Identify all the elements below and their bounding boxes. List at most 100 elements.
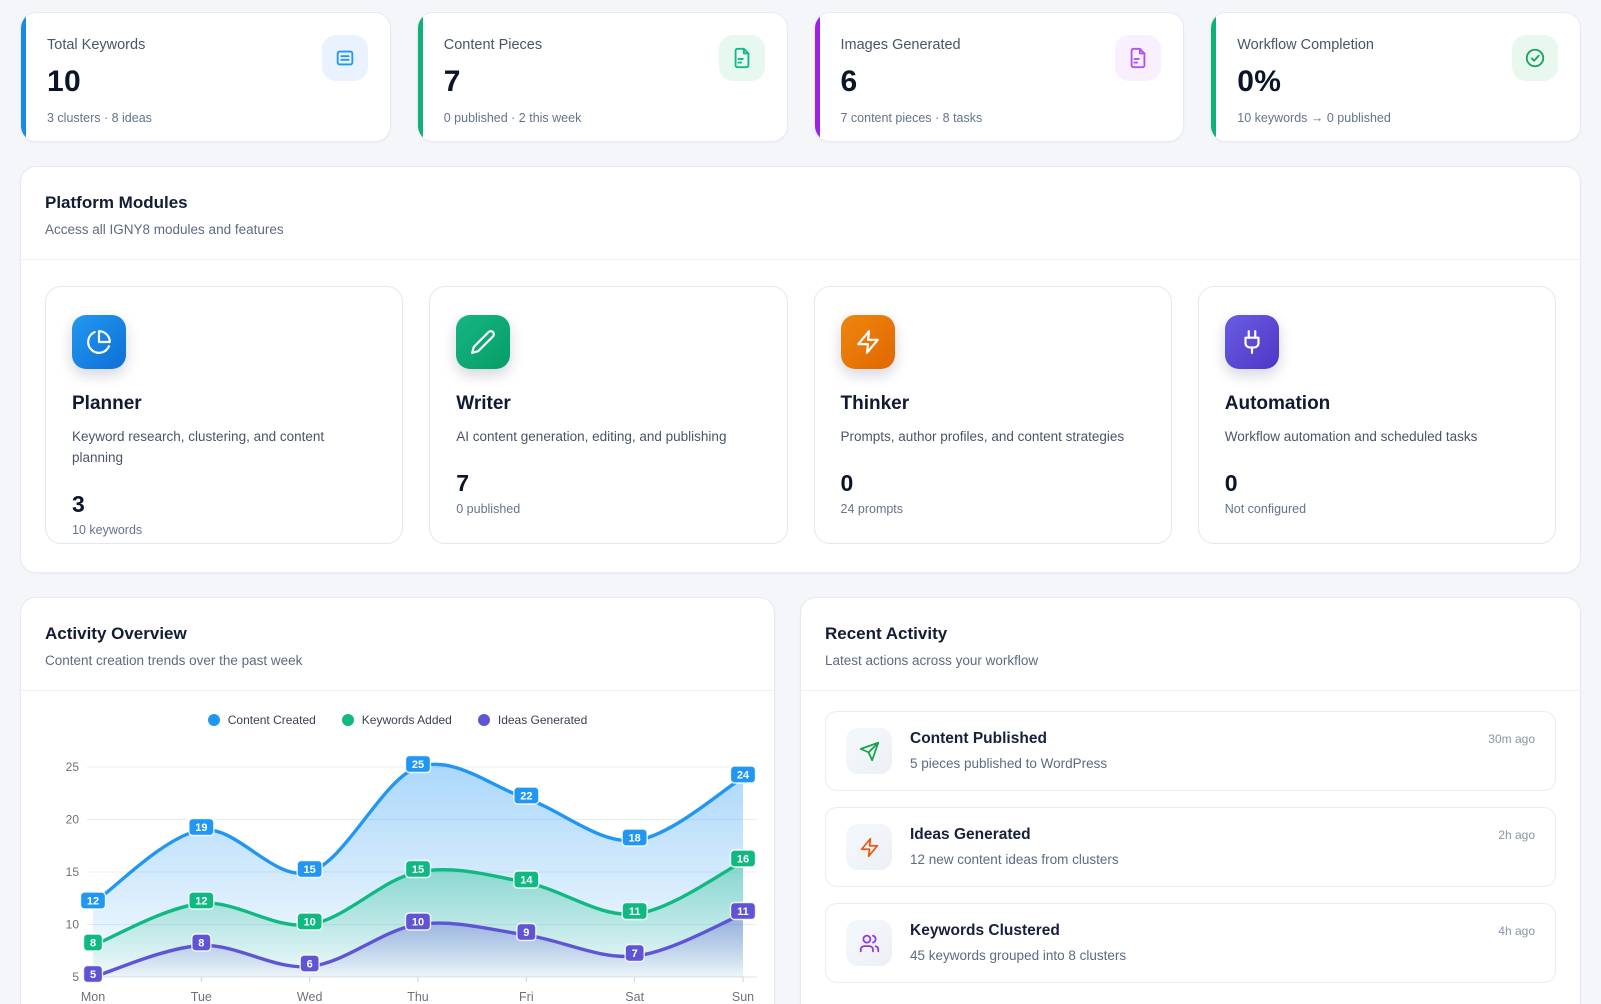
activity-time: 4h ago: [1498, 924, 1535, 938]
svg-text:11: 11: [629, 906, 641, 918]
svg-text:10: 10: [412, 917, 424, 929]
bottom-row: Activity Overview Content creation trend…: [20, 597, 1581, 1004]
stat-value: 10: [47, 65, 368, 99]
plug-icon: [1225, 315, 1279, 369]
activity-title: Content Published: [910, 730, 1047, 748]
activity-chart-svg: 510152025MonTueWedThuFriSatSun1219152522…: [29, 735, 764, 1004]
module-sub: 0 published: [456, 502, 760, 516]
y-axis-tick-label: 25: [66, 760, 80, 774]
module-value: 7: [456, 470, 760, 497]
legend-item[interactable]: Content Created: [208, 713, 316, 727]
module-name: Thinker: [841, 393, 1145, 415]
stat-sub: 0 published · 2 this week: [444, 111, 765, 125]
point-label: 9: [517, 924, 536, 941]
module-description: Prompts, author profiles, and content st…: [841, 427, 1145, 448]
module-sub: 24 prompts: [841, 502, 1145, 516]
svg-text:25: 25: [412, 759, 424, 771]
legend-dot: [342, 714, 354, 726]
stat-label: Images Generated: [841, 37, 1162, 53]
module-value: 0: [841, 470, 1145, 497]
svg-text:22: 22: [520, 791, 532, 803]
stat-value: 7: [444, 65, 765, 99]
pencil-icon: [456, 315, 510, 369]
activity-overview-panel: Activity Overview Content creation trend…: [20, 597, 775, 1004]
stats-row: Total Keywords 10 3 clusters · 8 ideas C…: [20, 12, 1581, 142]
recent-activity-subtitle: Latest actions across your workflow: [825, 653, 1556, 668]
stat-card-images-generated: Images Generated 6 7 content pieces · 8 …: [814, 12, 1185, 142]
svg-text:9: 9: [523, 927, 529, 939]
svg-text:18: 18: [629, 833, 641, 845]
activity-overview-subtitle: Content creation trends over the past we…: [45, 653, 750, 668]
module-card-writer[interactable]: Writer AI content generation, editing, a…: [429, 286, 787, 544]
point-label: 24: [731, 766, 756, 783]
stat-label: Workflow Completion: [1237, 37, 1558, 53]
svg-text:12: 12: [195, 896, 207, 908]
activity-chart: 510152025MonTueWedThuFriSatSun1219152522…: [29, 735, 766, 1004]
recent-activity-title: Recent Activity: [825, 624, 1556, 644]
svg-text:5: 5: [90, 969, 96, 981]
send-icon: [846, 728, 892, 774]
check-circle-icon: [1512, 35, 1558, 81]
stat-card-content-pieces: Content Pieces 7 0 published · 2 this we…: [417, 12, 788, 142]
module-name: Planner: [72, 393, 376, 415]
module-card-automation[interactable]: Automation Workflow automation and sched…: [1198, 286, 1556, 544]
platform-modules-title: Platform Modules: [45, 193, 1556, 213]
platform-modules-subtitle: Access all IGNY8 modules and features: [45, 222, 1556, 237]
y-axis-tick-label: 20: [66, 813, 80, 827]
y-axis-tick-label: 15: [66, 865, 80, 879]
stat-accent-bar: [815, 13, 820, 141]
dashboard-page: Total Keywords 10 3 clusters · 8 ideas C…: [0, 0, 1601, 1004]
stat-sub: 7 content pieces · 8 tasks: [841, 111, 1162, 125]
svg-text:6: 6: [307, 959, 313, 971]
activity-item-keywords-clustered[interactable]: Keywords Clustered 4h ago 45 keywords gr…: [825, 903, 1556, 983]
stat-accent-bar: [21, 13, 26, 141]
svg-text:19: 19: [195, 822, 207, 834]
svg-text:11: 11: [737, 906, 749, 918]
legend-item[interactable]: Keywords Added: [342, 713, 452, 727]
module-sub: 10 keywords: [72, 523, 376, 537]
svg-text:15: 15: [412, 864, 424, 876]
point-label: 10: [297, 913, 322, 930]
x-axis-label: Thu: [407, 990, 429, 1004]
point-label: 15: [297, 861, 322, 878]
module-value: 0: [1225, 470, 1529, 497]
activity-item-ideas-generated[interactable]: Ideas Generated 2h ago 12 new content id…: [825, 807, 1556, 887]
stat-sub: 3 clusters · 8 ideas: [47, 111, 368, 125]
legend-label: Ideas Generated: [498, 713, 587, 727]
module-card-planner[interactable]: Planner Keyword research, clustering, an…: [45, 286, 403, 544]
point-label: 7: [625, 945, 644, 962]
x-axis-label: Wed: [297, 990, 323, 1004]
stat-accent-bar: [1211, 13, 1216, 141]
stat-value: 0%: [1237, 65, 1558, 99]
x-axis-label: Mon: [81, 990, 105, 1004]
point-label: 10: [406, 913, 431, 930]
point-label: 22: [514, 787, 539, 804]
stat-accent-bar: [418, 13, 423, 141]
svg-text:14: 14: [520, 875, 533, 887]
activity-time: 30m ago: [1488, 732, 1535, 746]
svg-text:16: 16: [737, 854, 749, 866]
svg-text:15: 15: [304, 864, 316, 876]
y-axis-tick-label: 10: [66, 918, 80, 932]
module-card-thinker[interactable]: Thinker Prompts, author profiles, and co…: [814, 286, 1172, 544]
svg-text:12: 12: [87, 896, 99, 908]
pie-chart-icon: [72, 315, 126, 369]
svg-text:8: 8: [198, 938, 204, 950]
legend-label: Keywords Added: [362, 713, 452, 727]
legend-dot: [208, 714, 220, 726]
module-description: Keyword research, clustering, and conten…: [72, 427, 376, 469]
module-description: Workflow automation and scheduled tasks: [1225, 427, 1529, 448]
zap-icon: [846, 824, 892, 870]
svg-text:24: 24: [737, 770, 750, 782]
list-icon: [322, 35, 368, 81]
activity-overview-title: Activity Overview: [45, 624, 750, 644]
point-label: 19: [189, 819, 214, 836]
stat-label: Total Keywords: [47, 37, 368, 53]
point-label: 8: [84, 934, 103, 951]
activity-item-content-published[interactable]: Content Published 30m ago 5 pieces publi…: [825, 711, 1556, 791]
point-label: 16: [731, 850, 756, 867]
legend-item[interactable]: Ideas Generated: [478, 713, 587, 727]
activity-time: 2h ago: [1498, 828, 1535, 842]
stat-label: Content Pieces: [444, 37, 765, 53]
chart-legend: Content Created Keywords Added Ideas Gener…: [29, 713, 766, 727]
